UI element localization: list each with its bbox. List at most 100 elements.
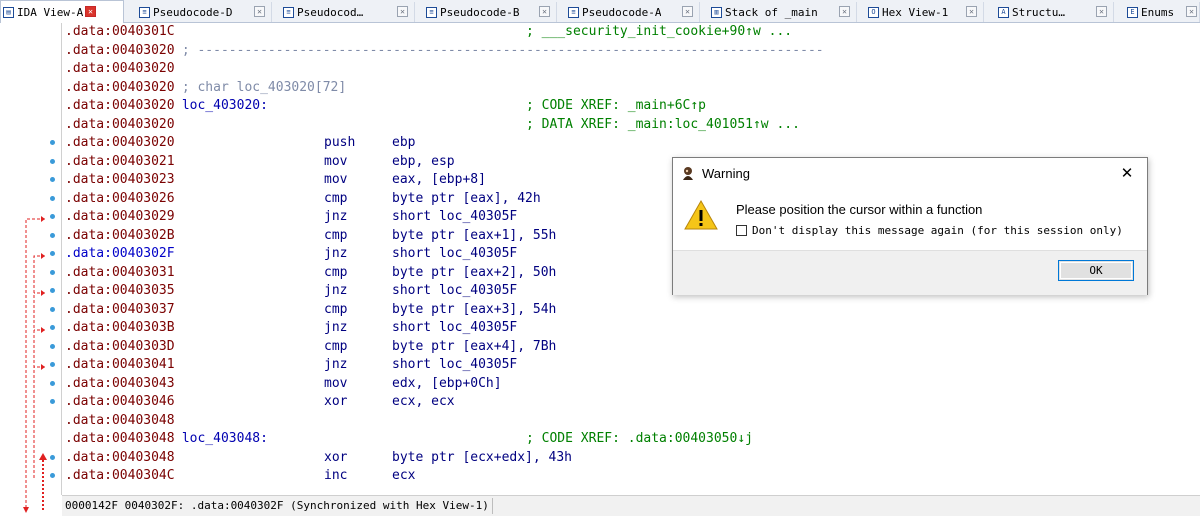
ok-button[interactable]: OK <box>1058 260 1134 281</box>
row-operands[interactable]: short loc_40305F <box>392 245 517 264</box>
breakpoint-dot-icon[interactable] <box>50 269 55 275</box>
checkbox-box[interactable] <box>736 225 747 236</box>
row-operands[interactable]: ebp, esp <box>392 153 455 172</box>
breakpoint-dot-icon[interactable] <box>50 232 55 238</box>
breakpoint-dot-icon[interactable] <box>50 288 55 293</box>
row-xref-comment[interactable]: ; CODE XREF: .data:00403050↓j <box>526 430 753 449</box>
listing-row[interactable]: .data:00403048 <box>62 412 1192 431</box>
listing-row[interactable]: .data:00403020 <box>62 60 1192 79</box>
listing-row[interactable]: .data:00403046 xor ecx, ecx <box>62 393 1192 412</box>
listing-row[interactable]: .data:0040303B jnz short loc_40305F <box>62 319 1192 338</box>
breakpoint-dot-icon[interactable] <box>50 195 55 201</box>
breakpoint-dot-icon[interactable] <box>50 158 55 164</box>
close-icon[interactable]: ✕ <box>397 6 408 17</box>
row-operands[interactable]: edx, [ebp+0Ch] <box>392 375 502 394</box>
listing-row[interactable]: .data:00403020 ; -----------------------… <box>62 42 1192 61</box>
breakpoint-dot-icon[interactable] <box>50 251 55 256</box>
tab-hex-view-1[interactable]: O Hex View-1 ✕ <box>866 2 984 22</box>
listing-row[interactable]: .data:00403048 loc_403048: ; CODE XREF: .… <box>62 430 1192 449</box>
tab-label: Enums <box>1141 5 1175 19</box>
row-operands[interactable]: short loc_40305F <box>392 356 517 375</box>
listing-row[interactable]: .data:00403020 push ebp <box>62 134 1192 153</box>
row-operands[interactable]: ebp <box>392 134 415 153</box>
row-address: .data:00403020 <box>65 79 175 95</box>
tab-structures[interactable]: A Structu… ✕ <box>996 2 1114 22</box>
listing-row[interactable]: .data:0040303D cmp byte ptr [eax+4], 7Bh <box>62 338 1192 357</box>
row-operands[interactable]: ecx, ecx <box>392 393 455 412</box>
breakpoint-dot-icon[interactable] <box>50 177 55 182</box>
vertical-scrollbar[interactable] <box>1196 23 1200 495</box>
close-icon[interactable]: ✕ <box>839 6 850 17</box>
close-icon[interactable]: ✕ <box>1117 163 1137 183</box>
row-address: .data:00403023 <box>65 172 175 187</box>
row-operands[interactable]: byte ptr [eax+2], 50h <box>392 264 556 283</box>
tab-stack-of-main[interactable]: ▥ Stack of _main ✕ <box>709 2 857 22</box>
row-operands[interactable]: ecx <box>392 467 415 486</box>
breakpoint-dot-icon[interactable] <box>50 380 55 386</box>
row-xref-comment[interactable]: ; CODE XREF: _main+6C↑p <box>526 97 706 116</box>
row-address: .data:00403020 <box>65 42 175 58</box>
tab-pseudocode-a[interactable]: ≡ Pseudocode-A ✕ <box>566 2 700 22</box>
row-operands[interactable]: byte ptr [eax+3], 54h <box>392 301 556 320</box>
close-icon[interactable]: ✕ <box>539 6 550 17</box>
breakpoint-dot-icon[interactable] <box>50 399 55 404</box>
tab-pseudocode-b[interactable]: ≡ Pseudocode-B ✕ <box>424 2 557 22</box>
dialog-titlebar[interactable]: Warning ✕ <box>673 158 1147 189</box>
close-icon[interactable]: ✕ <box>1096 6 1107 17</box>
row-address: .data:0040304C <box>65 468 175 483</box>
arrow-head-5 <box>41 364 45 370</box>
row-operands[interactable]: byte ptr [eax+1], 55h <box>392 227 556 246</box>
arrow-head-3 <box>41 290 45 296</box>
row-operands[interactable]: short loc_40305F <box>392 319 517 338</box>
row-mnemonic: cmp <box>324 190 348 206</box>
breakpoint-dot-icon[interactable] <box>50 473 55 478</box>
listing-row[interactable]: .data:00403043 mov edx, [ebp+0Ch] <box>62 375 1192 394</box>
close-icon[interactable]: ✕ <box>1186 6 1197 17</box>
breakpoint-dot-icon[interactable] <box>50 454 55 460</box>
listing-row[interactable]: .data:00403037 cmp byte ptr [eax+3], 54h <box>62 301 1192 320</box>
breakpoint-dot-icon[interactable] <box>50 140 55 145</box>
listing-row[interactable]: .data:00403041 jnz short loc_40305F <box>62 356 1192 375</box>
row-address: .data:00403048 <box>65 449 175 465</box>
listing-row[interactable]: .data:00403020 ; DATA XREF: _main:loc_401… <box>62 116 1192 135</box>
listing-row[interactable]: .data:00403020 loc_403020: ; CODE XREF: _… <box>62 97 1192 116</box>
listing-row[interactable]: .data:00403020 ; char loc_403020[72] <box>62 79 1192 98</box>
row-operands[interactable]: byte ptr [eax], 42h <box>392 190 541 209</box>
tab-label: Pseudocode-D <box>153 5 233 19</box>
dont-show-again-checkbox[interactable]: Don't display this message again (for th… <box>736 224 1123 237</box>
row-mnemonic: jnz <box>324 283 348 298</box>
listing-row[interactable]: .data:00403048 xor byte ptr [ecx+edx], 43h <box>62 449 1192 468</box>
row-operands[interactable]: byte ptr [eax+4], 7Bh <box>392 338 556 357</box>
stack-icon: ▥ <box>711 6 722 18</box>
row-operands[interactable]: eax, [ebp+8] <box>392 171 486 190</box>
pseudocode-icon: ≡ <box>283 6 294 18</box>
close-icon[interactable]: ✕ <box>254 6 265 17</box>
tab-pseudocode-c[interactable]: ≡ Pseudocod… ✕ <box>281 2 415 22</box>
breakpoint-dot-icon[interactable] <box>50 343 55 349</box>
checkbox-label: Don't display this message again (for th… <box>752 224 1123 237</box>
breakpoint-dot-icon[interactable] <box>50 306 55 312</box>
breakpoint-dot-icon[interactable] <box>50 325 55 330</box>
close-icon[interactable]: ✕ <box>966 6 977 17</box>
listing-row[interactable]: .data:0040304C inc ecx <box>62 467 1192 486</box>
row-address: .data:00403037 <box>65 301 175 317</box>
close-icon[interactable]: ✕ <box>682 6 693 17</box>
breakpoint-dot-icon[interactable] <box>50 214 55 219</box>
row-operands[interactable]: short loc_40305F <box>392 208 517 227</box>
tab-pseudocode-d[interactable]: ≡ Pseudocode-D ✕ <box>137 2 272 22</box>
row-address: .data:00403029 <box>65 209 175 224</box>
row-label[interactable]: loc_403048: <box>174 430 268 449</box>
row-label[interactable]: loc_403020: <box>174 97 268 116</box>
row-xref-comment[interactable]: ; ___security_init_cookie+90↑w ... <box>526 23 792 42</box>
tab-enums[interactable]: E Enums ✕ <box>1125 2 1200 22</box>
tab-ida-view-a[interactable]: ▤ IDA View-A ✕ <box>0 0 124 23</box>
listing-row[interactable]: .data:0040301C ; ___security_init_cookie+… <box>62 23 1192 42</box>
row-mnemonic: jnz <box>324 246 348 261</box>
breakpoint-dot-icon[interactable] <box>50 362 55 367</box>
row-operands[interactable]: short loc_40305F <box>392 282 517 301</box>
row-xref-comment[interactable]: ; DATA XREF: _main:loc_401051↑w ... <box>526 116 800 135</box>
row-operands[interactable]: byte ptr [ecx+edx], 43h <box>392 449 572 468</box>
close-icon[interactable]: ✕ <box>85 6 96 17</box>
pseudocode-icon: ≡ <box>426 6 437 18</box>
row-address: .data:00403043 <box>65 375 175 391</box>
